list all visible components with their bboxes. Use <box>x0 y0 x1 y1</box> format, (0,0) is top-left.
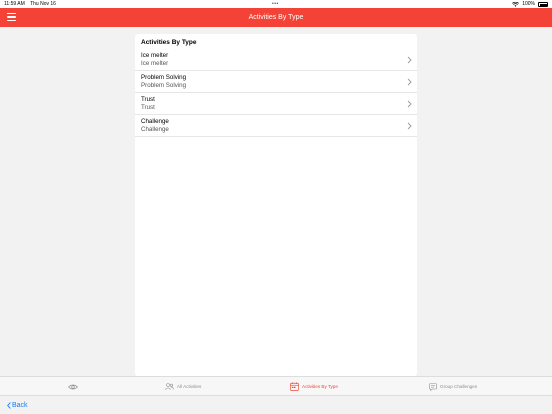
activities-card: Activities By Type Ice melter Ice melter… <box>135 34 417 376</box>
chat-icon <box>429 382 437 391</box>
item-subtitle: Problem Solving <box>141 82 187 89</box>
item-title: Trust <box>141 96 155 103</box>
chevron-right-icon <box>407 78 412 86</box>
back-label: Back <box>12 402 28 409</box>
chevron-right-icon <box>407 122 412 130</box>
status-time: 11:59 AM <box>4 1 25 7</box>
item-subtitle: Ice melter <box>141 60 169 67</box>
battery-percent: 100% <box>522 1 535 7</box>
list-item-challenge[interactable]: Challenge Challenge <box>135 115 417 137</box>
people-icon <box>165 383 174 390</box>
chevron-right-icon <box>407 56 412 64</box>
tab-bar: All Activities Activities By Type Group … <box>0 376 552 395</box>
status-right: 100% <box>512 0 548 8</box>
item-title: Problem Solving <box>141 74 187 81</box>
card-title: Activities By Type <box>141 39 197 46</box>
activity-type-list: Ice melter Ice melter Problem Solving Pr… <box>135 49 417 137</box>
item-subtitle: Trust <box>141 104 155 111</box>
tab-label: All Activities <box>177 384 202 389</box>
back-bar: Back <box>0 395 552 414</box>
status-bar: 11:59 AM Thu Nov 16 ••• 100% <box>0 0 552 8</box>
wifi-icon <box>512 1 520 7</box>
eye-icon <box>68 384 78 389</box>
battery-icon <box>538 2 548 7</box>
tab-overview[interactable] <box>68 377 78 396</box>
item-title: Ice melter <box>141 52 169 59</box>
tab-label: Group Challenges <box>440 384 478 389</box>
tab-label: Activities By Type <box>302 384 338 389</box>
item-subtitle: Challenge <box>141 126 169 133</box>
calendar-icon <box>290 382 299 391</box>
tab-activities-by-type[interactable]: Activities By Type <box>290 377 338 396</box>
list-item-problem-solving[interactable]: Problem Solving Problem Solving <box>135 71 417 93</box>
status-date: Thu Nov 16 <box>30 1 56 7</box>
item-title: Challenge <box>141 118 169 125</box>
chevron-right-icon <box>407 100 412 108</box>
list-item-ice-melter[interactable]: Ice melter Ice melter <box>135 49 417 71</box>
list-item-trust[interactable]: Trust Trust <box>135 93 417 115</box>
status-left: 11:59 AM Thu Nov 16 <box>4 0 60 8</box>
tab-all-activities[interactable]: All Activities <box>165 377 201 396</box>
multitasking-dots-icon[interactable]: ••• <box>272 0 279 8</box>
nav-bar: Activities By Type <box>0 8 552 27</box>
chevron-left-icon <box>7 402 11 409</box>
page-title: Activities By Type <box>248 14 304 21</box>
back-button[interactable]: Back <box>7 396 28 414</box>
tab-group-challenges[interactable]: Group Challenges <box>429 377 477 396</box>
